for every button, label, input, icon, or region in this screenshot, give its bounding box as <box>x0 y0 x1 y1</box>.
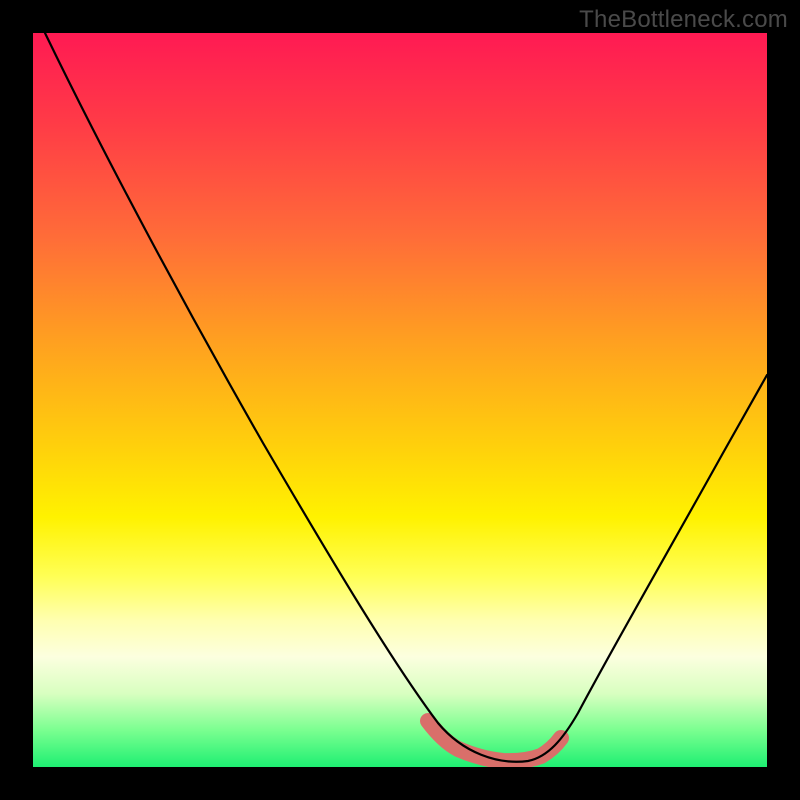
curve-overlay <box>33 33 767 767</box>
bottleneck-curve <box>45 33 767 762</box>
chart-frame: TheBottleneck.com <box>0 0 800 800</box>
watermark-text: TheBottleneck.com <box>579 6 788 34</box>
plot-area <box>33 33 767 767</box>
